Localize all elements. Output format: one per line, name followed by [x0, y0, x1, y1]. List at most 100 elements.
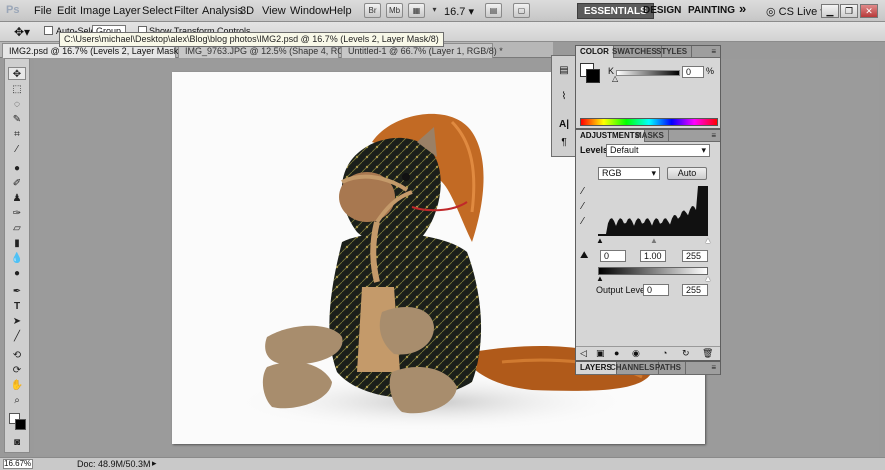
character-panel-icon[interactable]: A| — [556, 118, 572, 132]
auto-select-checkbox[interactable] — [44, 26, 53, 35]
black-eyedropper-icon[interactable]: ⁄ — [582, 186, 584, 197]
restore-button[interactable]: ❐ — [840, 4, 858, 18]
output-white-field[interactable]: 255 — [682, 284, 708, 296]
minimize-button[interactable]: ▁ — [821, 4, 839, 18]
quick-select-tool-icon[interactable]: ✎ — [8, 113, 26, 126]
output-white-handle[interactable]: ▲ — [704, 274, 712, 283]
view-previous-icon[interactable]: ◔ — [662, 348, 667, 358]
panel-menu-icon[interactable]: ≡ — [711, 46, 716, 58]
eyedropper-tool-icon[interactable]: ⁄ — [8, 143, 26, 156]
menu-help[interactable]: Help — [329, 5, 352, 17]
blur-tool-icon[interactable]: 💧 — [8, 252, 26, 265]
view-extras-dropdown-icon[interactable]: ▾ — [426, 3, 443, 18]
histogram-icon[interactable]: ▤ — [556, 64, 572, 78]
menu-layer[interactable]: Layer — [113, 5, 141, 17]
bridge-button[interactable]: Br — [364, 3, 381, 18]
clip-layer-icon[interactable]: ● — [614, 348, 619, 358]
menu-3d[interactable]: 3D — [240, 5, 254, 17]
status-bar: 16.67% Doc: 48.9M/50.3M ▸ — [0, 457, 885, 470]
output-black-field[interactable]: 0 — [643, 284, 669, 296]
reset-icon[interactable]: ↻ — [682, 348, 690, 359]
menu-image[interactable]: Image — [80, 5, 111, 17]
zoom-tool-icon[interactable]: ⌕ — [8, 394, 26, 407]
foreground-color-swatch[interactable] — [15, 419, 26, 430]
levels-preset-dropdown[interactable]: Default ▾ — [606, 144, 710, 157]
move-tool-icon[interactable]: ✥ — [8, 67, 26, 80]
panel-menu-icon[interactable]: ≡ — [711, 362, 716, 374]
brush-panel-icon[interactable]: ⌇ — [556, 90, 572, 104]
screen-mode-button[interactable]: ▢ — [513, 3, 530, 18]
move-tool-icon[interactable]: ✥▾ — [14, 25, 30, 39]
white-eyedropper-icon[interactable]: ⁄ — [582, 216, 584, 227]
document-path-tooltip: C:\Users\michael\Desktop\alex\Blog\blog … — [59, 32, 444, 47]
gray-eyedropper-icon[interactable]: ⁄ — [582, 201, 584, 212]
path-selection-tool-icon[interactable]: ➤ — [8, 315, 26, 328]
lasso-tool-icon[interactable]: ◌ — [8, 98, 26, 111]
crop-tool-icon[interactable]: ⌗ — [8, 128, 26, 141]
shape-tool-icon[interactable]: ╱ — [8, 330, 26, 343]
panel-menu-icon[interactable]: ≡ — [711, 130, 716, 142]
tab-paths[interactable]: PATHS — [651, 362, 686, 374]
workspace-design-button[interactable]: DESIGN — [637, 3, 687, 19]
status-icon[interactable] — [35, 459, 45, 469]
3d-orbit-tool-icon[interactable]: ⟳ — [8, 364, 26, 377]
paragraph-panel-icon[interactable]: ¶ — [556, 136, 572, 150]
menu-edit[interactable]: Edit — [57, 5, 76, 17]
pen-tool-icon[interactable]: ✒ — [8, 285, 26, 298]
output-black-handle[interactable]: ▲ — [596, 274, 604, 283]
mini-bridge-button[interactable]: Mb — [386, 3, 403, 18]
input-black-field[interactable]: 0 — [600, 250, 626, 262]
close-button[interactable]: ✕ — [860, 4, 878, 18]
zoom-select[interactable]: 16.7 ▾ — [444, 5, 474, 18]
color-slider-handle[interactable]: △ — [612, 74, 618, 83]
hand-tool-icon[interactable]: ✋ — [8, 379, 26, 392]
zoom-level-field[interactable]: 16.67% — [3, 459, 33, 469]
adjustments-panel: ADJUSTMENTS MASKS ≡ Levels Default ▾ RGB… — [575, 129, 721, 361]
brush-tool-icon[interactable]: ✐ — [8, 177, 26, 190]
levels-channel-dropdown[interactable]: RGB ▾ — [598, 167, 660, 180]
color-spectrum-bar[interactable] — [580, 118, 718, 126]
tab-styles[interactable]: STYLES — [652, 46, 693, 58]
dodge-tool-icon[interactable]: ● — [8, 267, 26, 280]
clip-to-layer-icon[interactable]: ⛰ — [580, 250, 588, 261]
levels-histogram — [598, 184, 708, 236]
healing-brush-tool-icon[interactable]: ● — [8, 162, 26, 175]
color-value-field[interactable]: 0 — [682, 66, 704, 78]
cs-live-button[interactable]: ◎ CS Live ▾ — [766, 5, 826, 18]
menu-filter[interactable]: Filter — [174, 5, 198, 17]
view-extras-button[interactable]: ▦ — [408, 3, 425, 18]
adjustments-panel-tabs: ADJUSTMENTS MASKS ≡ — [576, 130, 720, 142]
quick-mask-icon[interactable]: ◙ — [8, 436, 26, 449]
history-brush-tool-icon[interactable]: ✑ — [8, 207, 26, 220]
background-swatch[interactable] — [586, 69, 600, 83]
marquee-tool-icon[interactable]: ⬚ — [8, 83, 26, 96]
auto-button[interactable]: Auto — [667, 167, 707, 180]
menu-file[interactable]: File — [34, 5, 52, 17]
output-levels-gradient — [598, 267, 708, 275]
chevron-down-icon: ▾ — [468, 6, 475, 18]
tab-masks[interactable]: MASKS — [631, 130, 669, 142]
delete-icon[interactable]: 🗑 — [702, 348, 713, 359]
arrange-documents-button[interactable]: ▤ — [485, 3, 502, 18]
status-menu-arrow-icon[interactable]: ▸ — [152, 458, 157, 469]
clone-stamp-tool-icon[interactable]: ♟ — [8, 192, 26, 205]
input-white-handle[interactable]: ▲ — [704, 236, 712, 245]
input-gamma-field[interactable]: 1.00 — [640, 250, 666, 262]
menu-select[interactable]: Select — [142, 5, 173, 17]
menu-analysis[interactable]: Analysis — [202, 5, 243, 17]
3d-rotate-tool-icon[interactable]: ⟲ — [8, 349, 26, 362]
visibility-icon[interactable]: ◉ — [632, 348, 640, 359]
input-gamma-handle[interactable]: ▲ — [650, 236, 658, 245]
color-slider-track[interactable] — [616, 70, 680, 76]
menu-window[interactable]: Window — [290, 5, 329, 17]
input-black-handle[interactable]: ▲ — [596, 236, 604, 245]
eraser-tool-icon[interactable]: ▱ — [8, 222, 26, 235]
input-white-field[interactable]: 255 — [682, 250, 708, 262]
menu-view[interactable]: View — [262, 5, 286, 17]
color-panel-tabs: COLOR SWATCHES STYLES ≡ — [576, 46, 720, 58]
type-tool-icon[interactable]: T — [8, 300, 26, 313]
expanded-view-icon[interactable]: ▣ — [596, 348, 605, 359]
more-workspaces-button[interactable]: » — [733, 1, 752, 17]
return-to-list-icon[interactable]: ◁ — [580, 348, 587, 359]
gradient-tool-icon[interactable]: ▮ — [8, 237, 26, 250]
